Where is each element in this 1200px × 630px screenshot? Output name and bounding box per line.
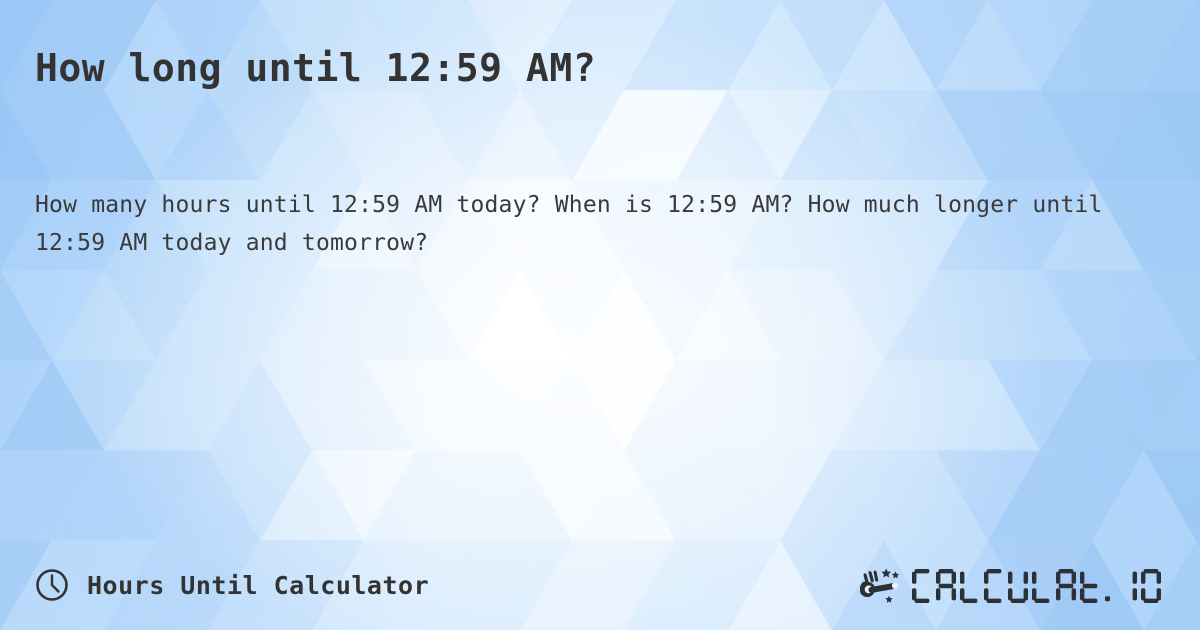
footer: Hours Until Calculator [0, 562, 1200, 608]
clock-icon [36, 569, 68, 601]
og-image-canvas: How long until 12:59 AM? How many hours … [0, 0, 1200, 630]
calculatio-wordmark [912, 563, 1165, 607]
calculatio-wordmark-glyphs [912, 569, 1161, 603]
page-subtitle: How many hours until 12:59 AM today? Whe… [35, 192, 1103, 256]
content-area: How long until 12:59 AM? How many hours … [0, 0, 1200, 630]
footer-brand-left[interactable]: Hours Until Calculator [35, 568, 429, 602]
magic-wand-hand-icon [860, 568, 900, 603]
page-title: How long until 12:59 AM? [35, 46, 597, 90]
footer-brand-left-label: Hours Until Calculator [87, 570, 430, 600]
footer-brand-logo[interactable] [860, 563, 1165, 607]
